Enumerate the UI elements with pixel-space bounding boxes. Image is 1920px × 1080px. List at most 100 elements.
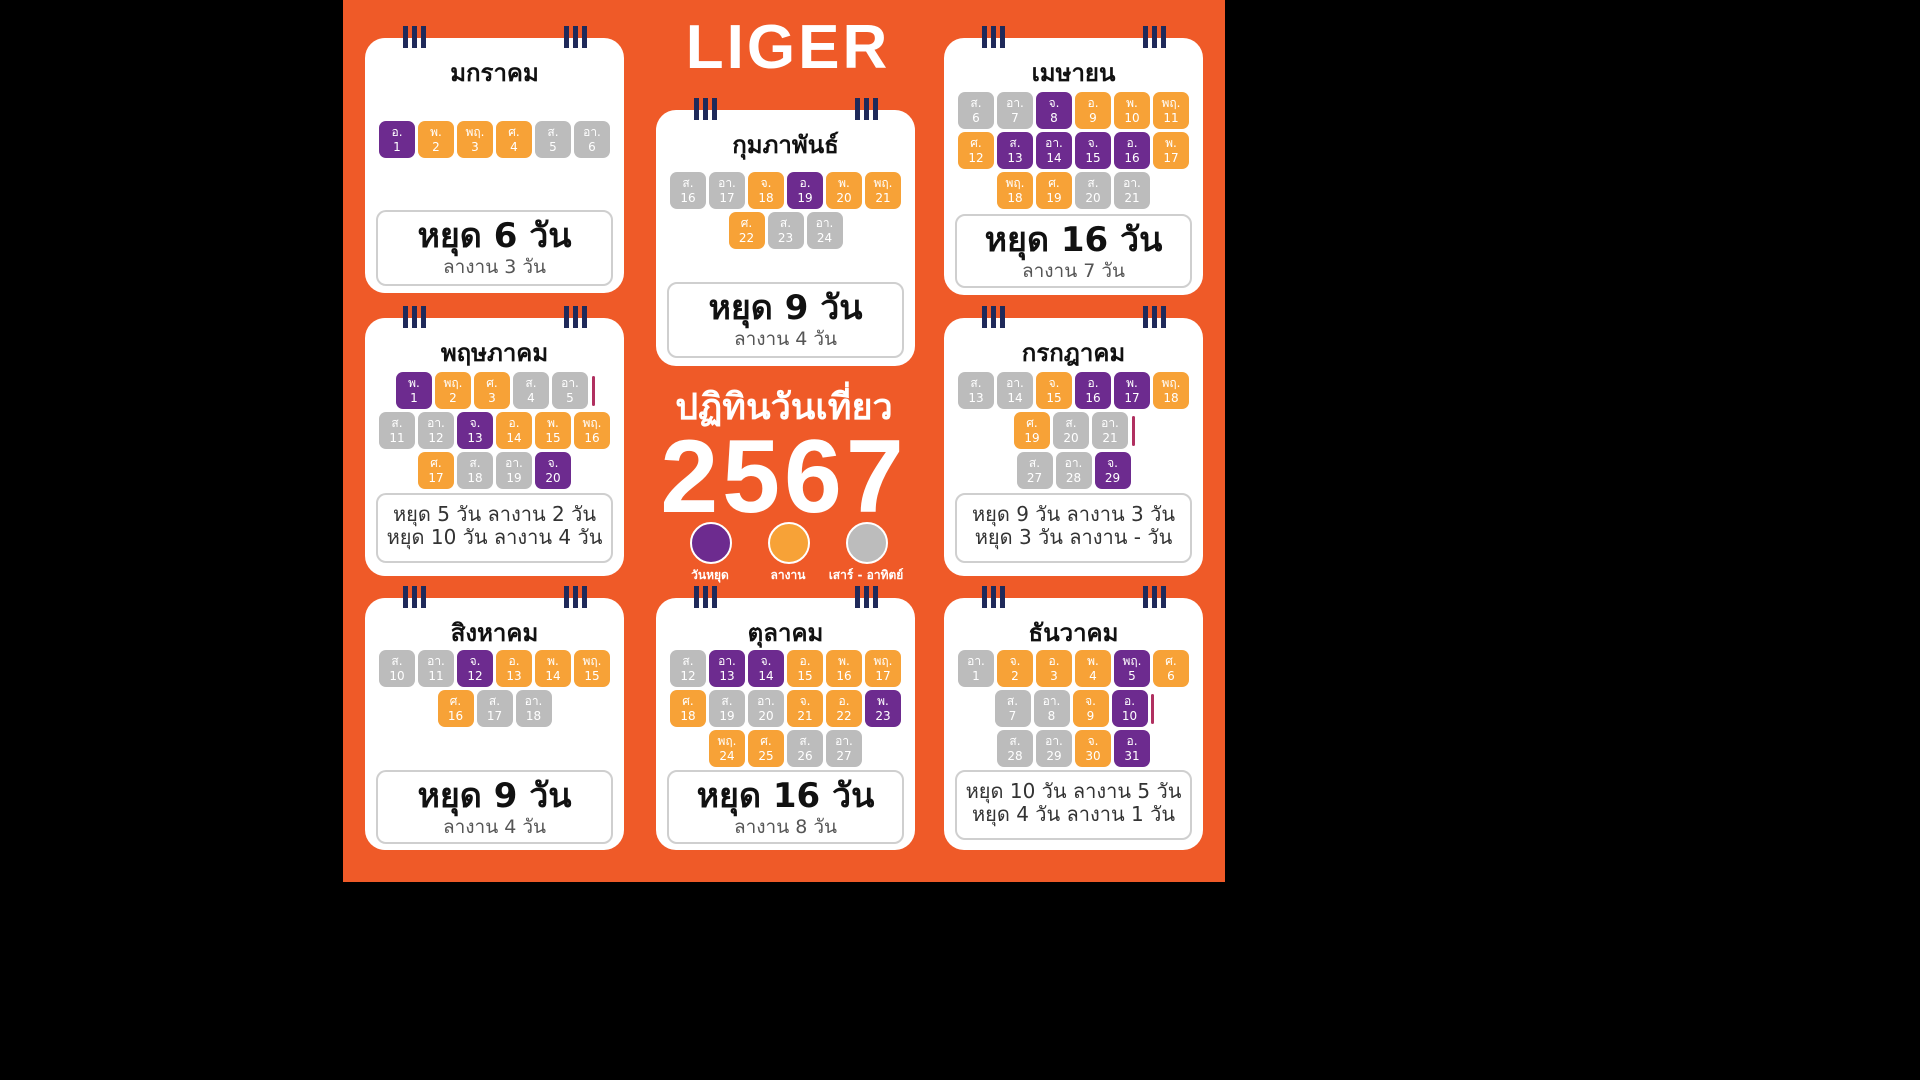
weekday-abbrev: ส. bbox=[1006, 693, 1019, 708]
day-number: 22 bbox=[738, 230, 755, 245]
weekday-abbrev: อา. bbox=[967, 653, 985, 668]
weekday-abbrev: ส. bbox=[547, 124, 559, 139]
weekday-abbrev: ศ. bbox=[760, 733, 772, 748]
month-card-apr: เมษายน ส. 6 อา. 7 จ. 8 อ. 9 พ. 10 พฤ. 11 ศ. 12 ส. 13 อา.… bbox=[944, 26, 1203, 295]
day-number: 23 bbox=[777, 230, 794, 245]
brand-logo: LIGER bbox=[685, 13, 891, 82]
weekday-abbrev: จ. bbox=[547, 455, 559, 470]
month-name: เมษายน bbox=[1031, 59, 1116, 87]
day-cell: พฤ. 16 bbox=[574, 412, 610, 449]
day-number: 23 bbox=[875, 708, 891, 723]
day-cell: ศ. 17 bbox=[418, 452, 454, 489]
day-grid: ส. 12 อา. 13 จ. 14 อ. 15 พ. 16 พฤ. 17 ศ. 18 ส. 19 อา. 20 จ… bbox=[656, 650, 915, 767]
day-number: 20 bbox=[1085, 190, 1101, 205]
day-number: 5 bbox=[1128, 668, 1136, 683]
weekday-abbrev: จ. bbox=[1048, 375, 1060, 390]
day-cell: อา. 12 bbox=[418, 412, 454, 449]
weekday-abbrev: อา. bbox=[718, 175, 736, 190]
day-cell: อ. 16 bbox=[1114, 132, 1150, 169]
day-row: ส. 6 อา. 7 จ. 8 อ. 9 พ. 10 พฤ. 11 bbox=[944, 92, 1203, 129]
weekday-abbrev: อา. bbox=[427, 653, 445, 668]
day-cell: อา. 21 bbox=[1114, 172, 1150, 209]
day-number: 12 bbox=[467, 668, 483, 683]
day-cell: ศ. 19 bbox=[1014, 412, 1050, 449]
day-cell: ส. 12 bbox=[670, 650, 706, 687]
month-card-aug: สิงหาคม ส. 10 อา. 11 จ. 12 อ. 13 พ. 14 พฤ. 15 ศ. 16 ส.… bbox=[365, 586, 624, 850]
day-cell: ศ. 6 bbox=[1153, 650, 1189, 687]
weekday-abbrev: จ. bbox=[1107, 455, 1118, 470]
day-row: ศ. 17 ส. 18 อา. 19 จ. 20 bbox=[365, 452, 624, 489]
summary-leave: ลางาน 3 วัน bbox=[442, 256, 547, 278]
day-number: 19 bbox=[719, 708, 735, 723]
weekday-abbrev: ส. bbox=[721, 693, 733, 708]
day-number: 6 bbox=[972, 110, 980, 125]
day-number: 19 bbox=[797, 190, 813, 205]
range-divider bbox=[1131, 415, 1135, 446]
day-number: 6 bbox=[588, 139, 596, 154]
weekday-abbrev: พ. bbox=[877, 693, 889, 708]
weekday-abbrev: พฤ. bbox=[873, 175, 893, 190]
day-cell: อา. 17 bbox=[709, 172, 745, 209]
day-cell: อ. 31 bbox=[1114, 730, 1150, 767]
day-cell: จ. 20 bbox=[535, 452, 571, 489]
day-number: 13 bbox=[506, 668, 522, 683]
day-row: ส. 11 อา. 12 จ. 13 อ. 14 พ. 15 พฤ. 16 bbox=[365, 412, 624, 449]
day-row: ส. 27 อา. 28 จ. 29 bbox=[944, 452, 1203, 489]
day-number: 17 bbox=[719, 190, 735, 205]
summary-line-1: หยุด 10 วัน ลางาน 5 วัน bbox=[965, 779, 1182, 803]
day-number: 18 bbox=[1007, 190, 1023, 205]
day-cell: ส. 13 bbox=[958, 372, 994, 409]
day-cell: พ. 10 bbox=[1114, 92, 1150, 129]
legend-weekend-dot bbox=[846, 522, 888, 564]
day-grid: พ. 1 พฤ. 2 ศ. 3 ส. 4 อา. 5 ส. 11 อา. 12 จ. 13 อ. 14 พ. 15 พฤ… bbox=[365, 372, 624, 489]
day-cell: พ. 2 bbox=[418, 121, 454, 158]
day-cell: จ. 18 bbox=[748, 172, 784, 209]
month-card-jul: กรกฎาคม ส. 13 อา. 14 จ. 15 อ. 16 พ. 17 พฤ. 18 ศ. 19 ส.… bbox=[944, 306, 1203, 576]
weekday-abbrev: พฤ. bbox=[443, 375, 463, 390]
weekday-abbrev: พ. bbox=[408, 375, 420, 390]
weekday-abbrev: ส. bbox=[525, 375, 537, 390]
weekday-abbrev: พฤ. bbox=[717, 733, 737, 748]
binder-ring-icon bbox=[403, 586, 429, 608]
day-number: 21 bbox=[875, 190, 891, 205]
day-cell: อ. 1 bbox=[379, 121, 415, 158]
day-number: 15 bbox=[1085, 150, 1101, 165]
weekday-abbrev: พฤ. bbox=[873, 653, 893, 668]
summary-leave: ลางาน 7 วัน bbox=[1021, 260, 1126, 282]
weekday-abbrev: ส. bbox=[779, 215, 792, 230]
weekday-abbrev: อา. bbox=[427, 415, 445, 430]
day-cell: ศ. 22 bbox=[728, 212, 765, 249]
day-cell: ศ. 16 bbox=[437, 690, 474, 727]
day-cell: จ. 21 bbox=[787, 690, 823, 727]
weekday-abbrev: อา. bbox=[1006, 95, 1024, 110]
day-cell: พฤ. 11 bbox=[1153, 92, 1189, 129]
day-cell: อา. 13 bbox=[709, 650, 745, 687]
weekday-abbrev: ศ. bbox=[508, 124, 520, 139]
binder-ring-icon bbox=[564, 586, 590, 608]
day-number: 21 bbox=[797, 708, 813, 723]
weekday-abbrev: พฤ. bbox=[1161, 95, 1181, 110]
day-cell: พ. 14 bbox=[535, 650, 571, 687]
weekday-abbrev: พ. bbox=[1126, 95, 1138, 110]
day-cell: อา. 19 bbox=[496, 452, 532, 489]
day-cell: ศ. 19 bbox=[1036, 172, 1072, 209]
day-number: 19 bbox=[1046, 190, 1062, 205]
day-cell: ศ. 12 bbox=[958, 132, 994, 169]
day-number: 2 bbox=[449, 390, 457, 405]
weekday-abbrev: อ. bbox=[838, 693, 850, 708]
weekday-abbrev: ส. bbox=[469, 455, 481, 470]
weekday-abbrev: ส. bbox=[1087, 175, 1099, 190]
weekday-abbrev: พฤ. bbox=[582, 415, 602, 430]
weekday-abbrev: อา. bbox=[1042, 693, 1061, 708]
day-number: 17 bbox=[428, 470, 444, 485]
day-number: 6 bbox=[1167, 668, 1175, 683]
day-cell: ส. 5 bbox=[535, 121, 571, 158]
day-number: 9 bbox=[1086, 708, 1095, 723]
day-number: 12 bbox=[968, 150, 984, 165]
day-row: ศ. 18 ส. 19 อา. 20 จ. 21 อ. 22 พ. 23 bbox=[656, 690, 915, 727]
day-number: 24 bbox=[816, 230, 833, 245]
day-number: 1 bbox=[410, 390, 418, 405]
day-cell: ส. 20 bbox=[1053, 412, 1089, 449]
weekday-abbrev: ส. bbox=[1009, 135, 1021, 150]
day-cell: ส. 17 bbox=[476, 690, 513, 727]
